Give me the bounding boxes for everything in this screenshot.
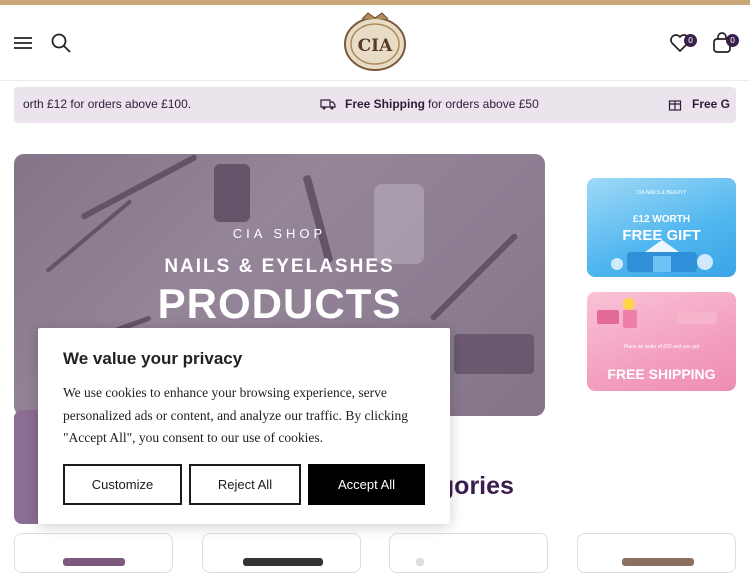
category-card[interactable] xyxy=(14,533,173,573)
category-thumbnail xyxy=(63,558,125,566)
cookie-description: We use cookies to enhance your browsing … xyxy=(63,385,408,445)
ticker-free-gift-label: Free G xyxy=(692,97,731,111)
category-card[interactable] xyxy=(577,533,736,573)
promo-free-shipping-banner[interactable]: Place an order of £50 and you get FREE S… xyxy=(587,292,736,391)
hero-headline: PRODUCTS xyxy=(157,280,402,327)
category-thumbnail xyxy=(416,558,424,566)
hero-subtitle: CIA SHOP xyxy=(232,226,327,241)
site-header: CIA 0 0 xyxy=(0,5,750,81)
promo-podium-graphic xyxy=(611,240,713,272)
search-icon[interactable] xyxy=(50,32,72,54)
ticker-item-gift-text: orth £12 for orders above £100. xyxy=(23,97,192,111)
category-thumbnail xyxy=(622,558,694,566)
promo-truck-graphic xyxy=(597,298,717,328)
category-card[interactable] xyxy=(389,533,548,573)
cookie-title: We value your privacy xyxy=(63,349,243,368)
ticker-free-shipping-label: Free Shipping xyxy=(345,97,426,111)
promo-free-gift-worth: £12 WORTH xyxy=(632,214,691,225)
site-logo[interactable]: CIA xyxy=(340,11,410,73)
category-banner-strip xyxy=(14,410,38,524)
cookie-consent-dialog: We value your privacy We use cookies to … xyxy=(38,328,450,524)
ticker-free-shipping-text: for orders above £50 xyxy=(428,97,539,111)
category-thumbnail xyxy=(243,558,323,566)
cart-count-badge: 0 xyxy=(726,34,739,47)
category-card[interactable] xyxy=(202,533,361,573)
promo-free-shipping-text: Place an order of £50 and you get xyxy=(623,344,700,350)
hero-category-line: NAILS & EYELASHES xyxy=(164,256,395,277)
gift-icon xyxy=(668,97,682,114)
announcement-ticker: orth £12 for orders above £100. Free Shi… xyxy=(14,87,736,123)
wishlist-count-badge: 0 xyxy=(684,34,697,47)
promo-free-gift-small: CIA NAILS & BEAUTY xyxy=(636,190,687,196)
promo-free-shipping-title: FREE SHIPPING xyxy=(607,366,716,382)
customize-button[interactable]: Customize xyxy=(63,464,182,505)
promo-free-gift-banner[interactable]: CIA NAILS & BEAUTY £12 WORTH FREE GIFT xyxy=(587,178,736,277)
reject-all-button[interactable]: Reject All xyxy=(189,464,301,505)
menu-icon[interactable] xyxy=(12,32,34,54)
truck-icon xyxy=(320,97,336,114)
accept-all-button[interactable]: Accept All xyxy=(308,464,425,505)
logo-text: CIA xyxy=(358,36,393,56)
